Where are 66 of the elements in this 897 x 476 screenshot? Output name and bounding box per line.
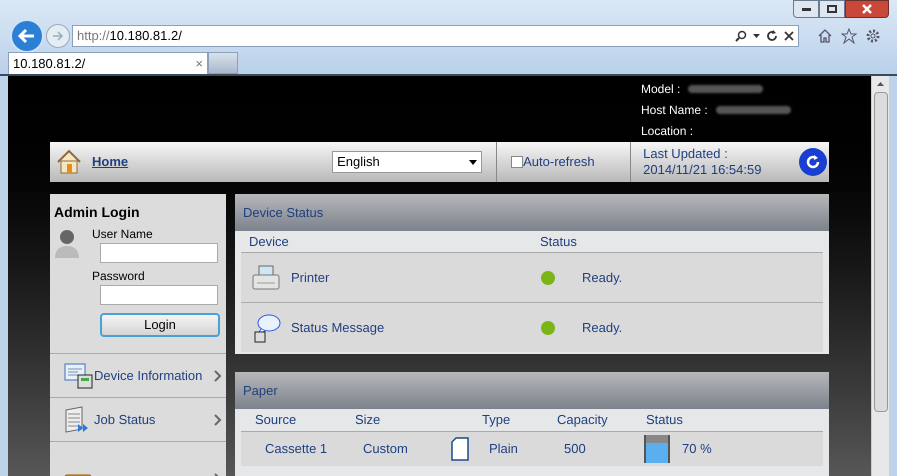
source-text: Cassette 1 bbox=[265, 440, 328, 458]
user-name-label: User Name bbox=[92, 226, 154, 243]
capacity-text: 500 bbox=[564, 440, 587, 458]
password-field[interactable] bbox=[100, 285, 218, 305]
scrollbar[interactable] bbox=[871, 76, 889, 476]
home-link[interactable]: Home bbox=[92, 152, 128, 172]
browser-tab[interactable]: 10.180.81.2/ × bbox=[8, 52, 208, 74]
size-text: Custom bbox=[363, 440, 409, 458]
refresh-button[interactable] bbox=[799, 148, 827, 176]
refresh-icon[interactable] bbox=[766, 30, 778, 42]
column-header: Source bbox=[255, 411, 298, 430]
url-text: http://10.180.81.2/ bbox=[77, 27, 182, 46]
house-icon bbox=[56, 149, 82, 175]
status-text: Ready. bbox=[582, 318, 622, 337]
type-text: Plain bbox=[489, 440, 519, 458]
minimize-button[interactable] bbox=[793, 0, 819, 18]
login-button[interactable]: Login bbox=[100, 313, 220, 337]
home-icon[interactable] bbox=[817, 28, 833, 44]
back-arrow-icon bbox=[18, 28, 36, 44]
password-label: Password bbox=[92, 268, 146, 285]
sidebar-item[interactable]: Job Status bbox=[50, 397, 226, 441]
forward-arrow-icon bbox=[52, 31, 64, 41]
caret-icon bbox=[469, 160, 478, 164]
close-icon[interactable] bbox=[784, 31, 794, 41]
scroll-thumb[interactable] bbox=[874, 92, 888, 412]
device-name: Status Message bbox=[291, 318, 386, 337]
column-header: Status bbox=[646, 411, 683, 430]
login-title: Admin Login bbox=[54, 203, 141, 222]
printer-icon bbox=[251, 264, 281, 290]
address-bar[interactable]: http://10.180.81.2/ bbox=[72, 25, 799, 47]
column-header: Capacity bbox=[557, 411, 609, 430]
last-updated-time: 2014/11/21 16:54:59 bbox=[643, 162, 762, 178]
chevron-icon bbox=[214, 370, 222, 382]
chevron-icon bbox=[214, 414, 222, 426]
last-updated-label: Last Updated : bbox=[643, 146, 729, 162]
column-header: Device bbox=[249, 232, 290, 251]
info-label: Host Name : bbox=[641, 102, 708, 119]
status-text: Ready. bbox=[582, 268, 622, 287]
panel-header: Device Status bbox=[235, 194, 829, 231]
scroll-up-icon[interactable] bbox=[877, 82, 884, 86]
column-header: Type bbox=[482, 411, 512, 430]
close-icon bbox=[862, 4, 872, 14]
device-name: Printer bbox=[291, 268, 330, 287]
info-label: Location : bbox=[641, 123, 694, 140]
close-button[interactable] bbox=[845, 0, 889, 18]
column-header: Status bbox=[540, 232, 577, 251]
paper-sheet-icon bbox=[451, 437, 469, 461]
search-icon[interactable] bbox=[735, 30, 747, 42]
auto-refresh-checkbox[interactable] bbox=[511, 156, 524, 168]
star-icon[interactable] bbox=[841, 28, 857, 44]
info-label: Model : bbox=[641, 81, 680, 98]
settings-icon[interactable] bbox=[865, 28, 881, 44]
user-icon bbox=[54, 227, 80, 259]
language-select[interactable]: English bbox=[332, 151, 482, 173]
panel-header: Paper bbox=[235, 372, 829, 409]
column-header: Size bbox=[355, 411, 382, 430]
back-button[interactable] bbox=[10, 19, 44, 53]
refresh-icon bbox=[805, 154, 821, 170]
document-printer-icon bbox=[64, 362, 94, 388]
auto-refresh-label: Auto-refresh bbox=[523, 153, 595, 172]
tab-close-icon[interactable]: × bbox=[195, 54, 203, 74]
level-reading: 70 % bbox=[682, 440, 712, 458]
caret-icon[interactable] bbox=[753, 34, 760, 38]
user-name-field[interactable] bbox=[100, 243, 218, 263]
sidebar-item[interactable]: Device Information bbox=[50, 353, 226, 397]
maximize-button[interactable] bbox=[819, 0, 845, 18]
